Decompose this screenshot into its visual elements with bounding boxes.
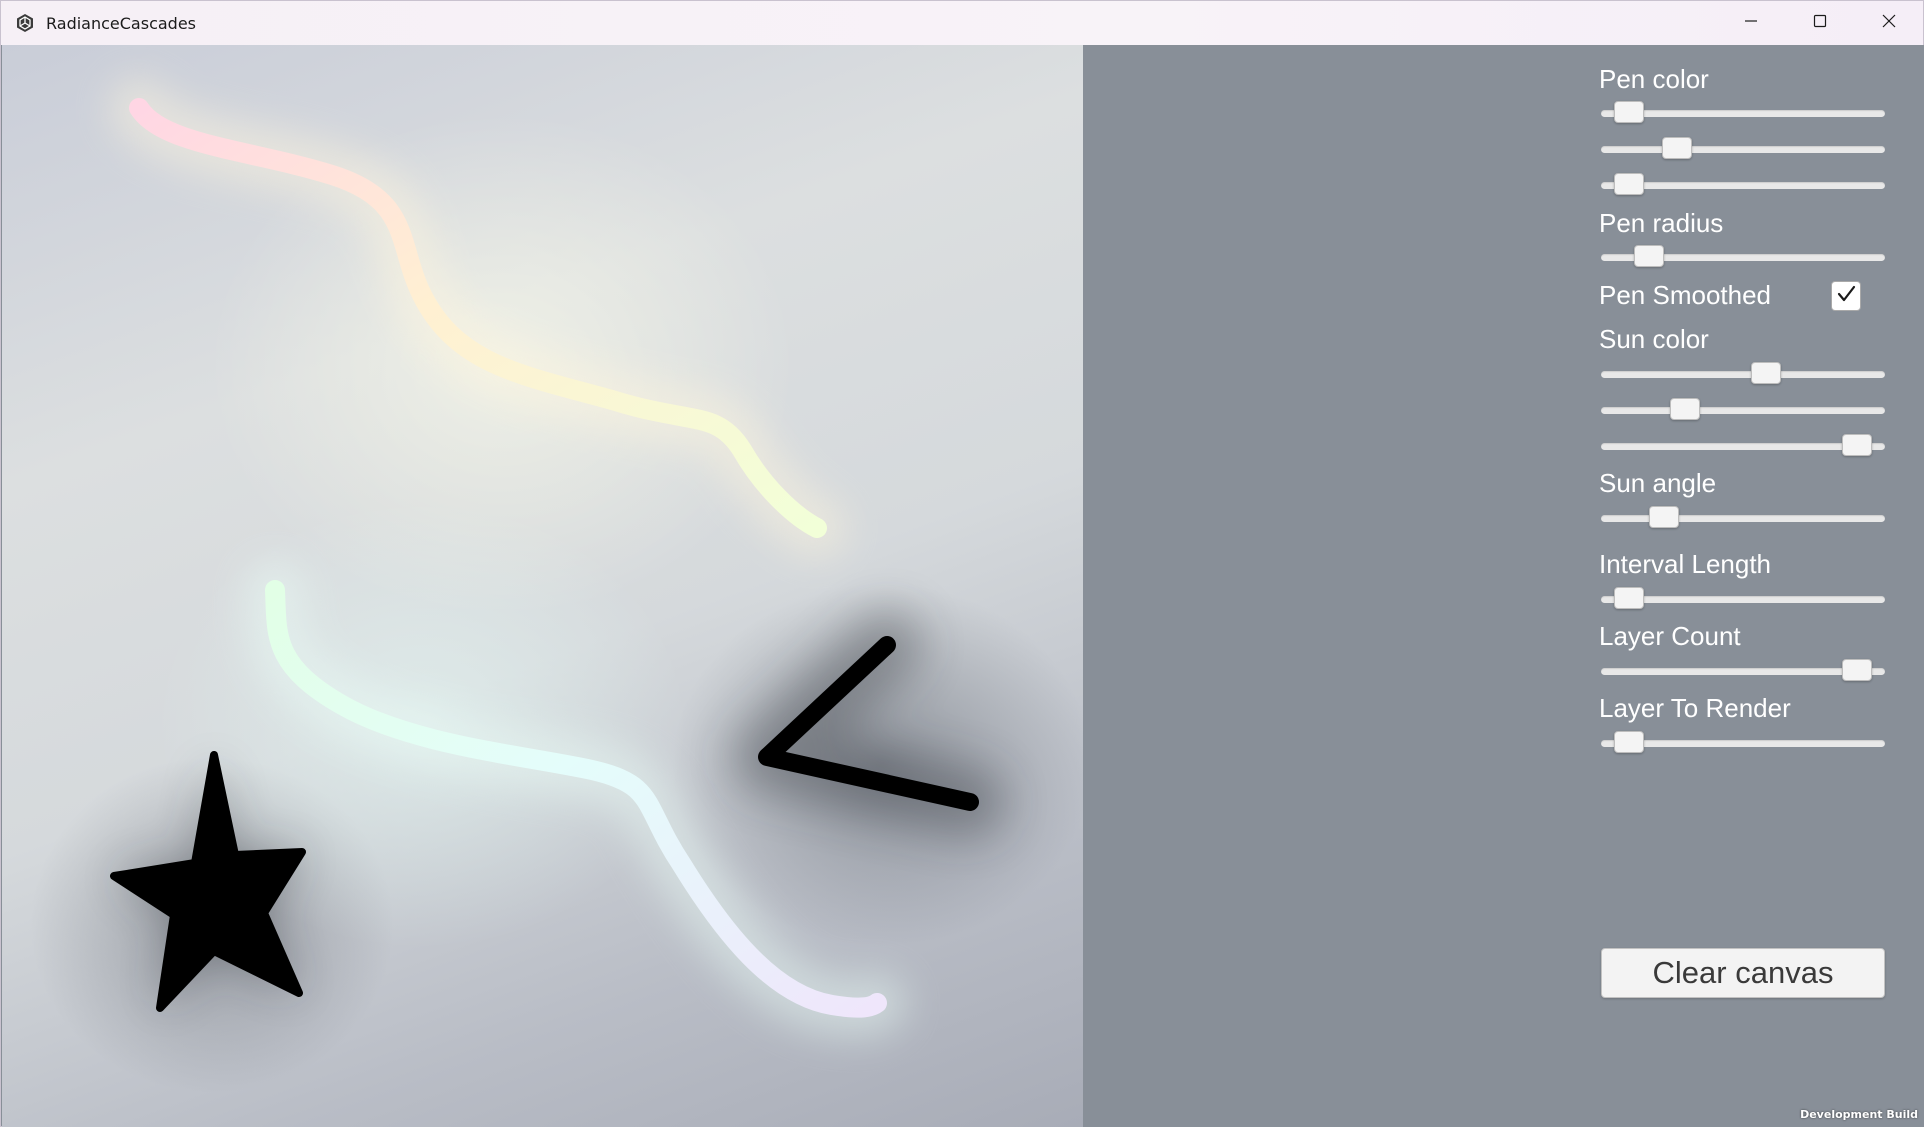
slider-thumb[interactable]	[1842, 659, 1873, 681]
slider-thumb[interactable]	[1750, 362, 1781, 384]
slider-thumb[interactable]	[1649, 506, 1680, 528]
slider-thumb[interactable]	[1613, 587, 1644, 609]
minimize-button[interactable]	[1716, 1, 1785, 45]
pen-color-slider-b[interactable]	[1601, 172, 1885, 198]
slider-thumb[interactable]	[1613, 731, 1644, 753]
maximize-icon	[1812, 13, 1828, 34]
sun-angle-label: Sun angle	[1599, 468, 1717, 498]
slider-thumb[interactable]	[1613, 101, 1644, 123]
title-bar[interactable]: RadianceCascades	[1, 1, 1923, 45]
sun-color-slider-r[interactable]	[1601, 361, 1885, 387]
sun-color-label: Sun color	[1599, 324, 1709, 354]
interval-length-slider[interactable]	[1601, 586, 1885, 612]
pen-color-slider-r[interactable]	[1601, 100, 1885, 126]
layer-to-render-slider[interactable]	[1601, 730, 1885, 756]
window-title: RadianceCascades	[46, 13, 197, 33]
layer-to-render-label: Layer To Render	[1599, 693, 1791, 723]
pen-smoothed-label: Pen Smoothed	[1599, 280, 1772, 310]
slider-track	[1601, 371, 1885, 378]
pen-smoothed-checkbox[interactable]	[1831, 281, 1861, 311]
close-icon	[1881, 13, 1897, 34]
development-build-label: Development Build	[1800, 1108, 1918, 1121]
slider-track	[1601, 407, 1885, 414]
sun-color-slider-g[interactable]	[1601, 397, 1885, 423]
slider-thumb[interactable]	[1669, 398, 1700, 420]
check-icon	[1835, 283, 1857, 310]
maximize-button[interactable]	[1785, 1, 1854, 45]
slider-thumb[interactable]	[1613, 173, 1644, 195]
clear-canvas-button[interactable]: Clear canvas	[1601, 948, 1885, 998]
pen-radius-slider[interactable]	[1601, 244, 1885, 270]
settings-panel: Pen color Pen radius Pen Smoothed Sun co…	[1083, 45, 1924, 1127]
window-controls	[1716, 1, 1923, 45]
slider-thumb[interactable]	[1842, 434, 1873, 456]
close-button[interactable]	[1854, 1, 1923, 45]
layer-count-label: Layer Count	[1599, 621, 1741, 651]
interval-length-label: Interval Length	[1599, 549, 1772, 579]
layer-count-slider[interactable]	[1601, 658, 1885, 684]
slider-thumb[interactable]	[1661, 137, 1692, 159]
glow-stroke-lower	[245, 560, 907, 1038]
pen-radius-label: Pen radius	[1599, 208, 1724, 238]
pen-color-slider-g[interactable]	[1601, 136, 1885, 162]
dark-stroke-chevron	[732, 610, 1005, 837]
slider-thumb[interactable]	[1634, 245, 1665, 267]
unity-icon	[14, 12, 36, 34]
drawing-canvas[interactable]	[2, 45, 1083, 1127]
glow-stroke-upper	[109, 78, 847, 558]
sun-angle-slider[interactable]	[1601, 505, 1885, 531]
app-window: RadianceCascades Pen color Pen radius Pe…	[0, 0, 1924, 1127]
slider-track	[1601, 515, 1885, 522]
pen-color-label: Pen color	[1599, 64, 1709, 94]
slider-track	[1601, 146, 1885, 153]
minimize-icon	[1743, 13, 1759, 34]
sun-color-slider-b[interactable]	[1601, 433, 1885, 459]
dark-stroke-star	[110, 751, 306, 1012]
